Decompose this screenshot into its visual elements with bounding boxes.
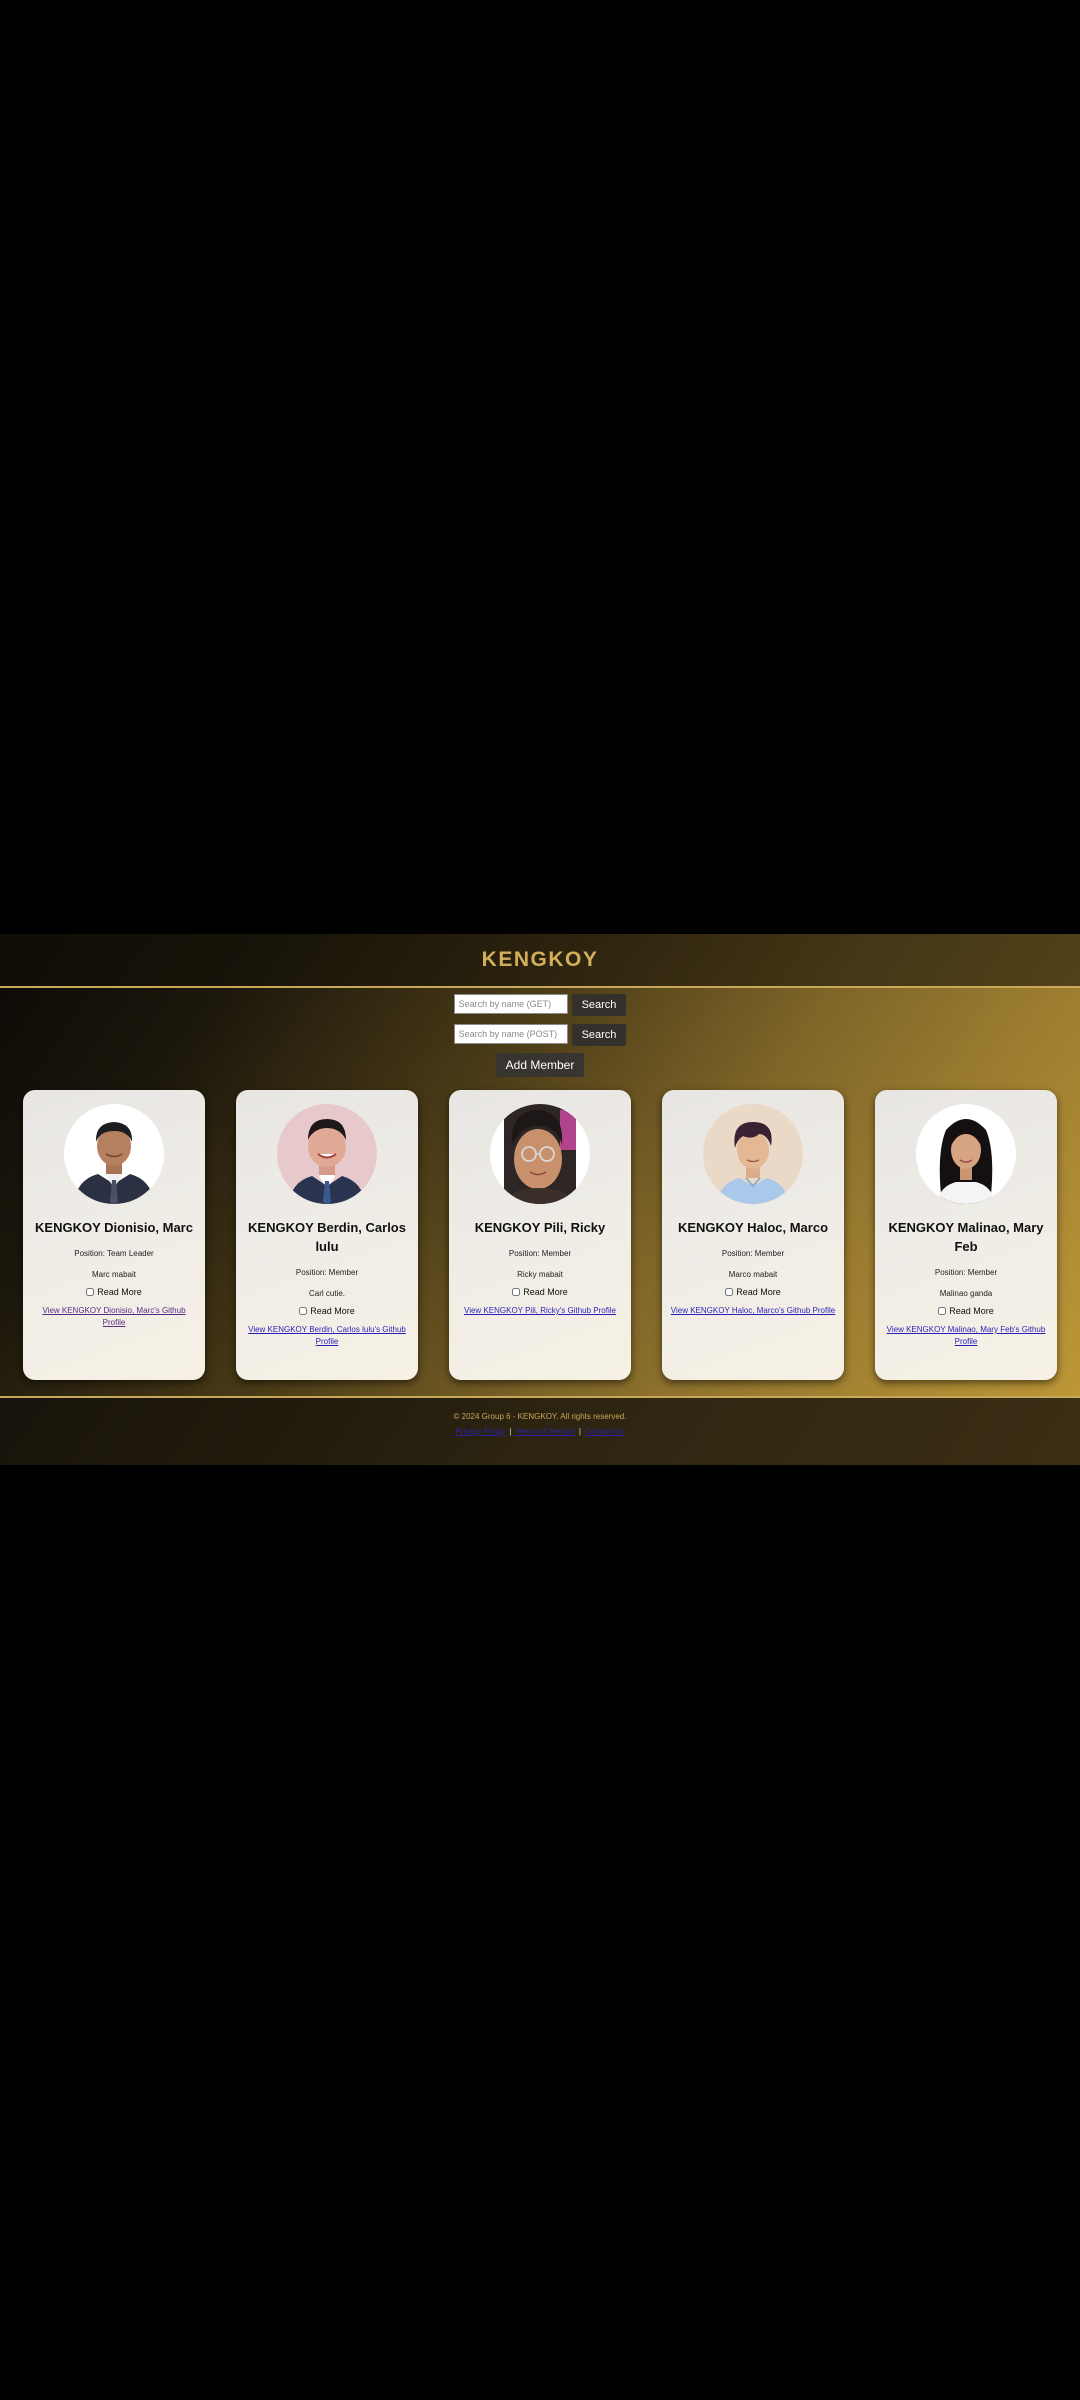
member-card: KENGKOY Berdin, Carlos lulu Position: Me… [236,1090,418,1380]
member-avatar [277,1104,377,1204]
read-more-checkbox[interactable] [725,1288,734,1296]
read-more-toggle[interactable]: Read More [725,1287,781,1297]
read-more-toggle[interactable]: Read More [299,1306,355,1316]
read-more-label: Read More [310,1306,355,1316]
site-header: KENGKOY [0,934,1080,988]
member-bio: Ricky mabait [517,1270,563,1279]
member-avatar [703,1104,803,1204]
site-footer: © 2024 Group 6 - KENGKOY. All rights res… [0,1396,1080,1465]
copyright-text: © 2024 Group 6 - KENGKOY. All rights res… [453,1412,627,1421]
read-more-toggle[interactable]: Read More [938,1306,994,1316]
member-card: KENGKOY Dionisio, Marc Position: Team Le… [23,1090,205,1380]
read-more-checkbox[interactable] [512,1288,521,1296]
member-bio: Carl cutie. [308,1289,345,1298]
member-avatar [64,1104,164,1204]
member-name: KENGKOY Dionisio, Marc [35,1220,193,1235]
read-more-label: Read More [736,1287,781,1297]
footer-links: Privacy Policy | Terms of Service | Contact … [0,1427,1080,1436]
member-position: Position: Team Leader [74,1249,154,1258]
read-more-checkbox[interactable] [938,1307,947,1315]
member-position: Position: Member [934,1268,998,1277]
github-profile-link[interactable]: View KENGKOY Malinao, Mary Feb's Github … [883,1324,1049,1348]
footer-separator: | [509,1427,512,1436]
github-profile-link[interactable]: View KENGKOY Haloc, Marco's Github Profi… [671,1305,835,1317]
member-card: KENGKOY Pili, Ricky Position: Member Ric… [449,1090,631,1380]
search-get-button[interactable]: Search [571,994,627,1016]
member-bio: Marco mabait [728,1270,778,1279]
member-position: Position: Member [508,1249,572,1258]
terms-of-service-link[interactable]: Terms of Service [515,1427,575,1436]
member-card: KENGKOY Malinao, Mary Feb Position: Memb… [875,1090,1057,1380]
read-more-label: Read More [523,1287,568,1297]
footer-separator: | [578,1427,581,1436]
member-bio: Marc mabait [91,1270,136,1279]
search-get-input[interactable] [453,994,568,1014]
contact-us-link[interactable]: Contact Us [585,1427,625,1436]
privacy-policy-link[interactable]: Privacy Policy [455,1427,505,1436]
app-root: KENGKOY Search Search Add Member [0,934,1080,1465]
member-name: KENGKOY Haloc, Marco [677,1220,829,1235]
search-post-input[interactable] [453,1024,568,1044]
add-member-button[interactable]: Add Member [495,1053,585,1077]
member-avatar [916,1104,1016,1204]
read-more-checkbox[interactable] [86,1288,95,1296]
read-more-checkbox[interactable] [299,1307,308,1315]
search-post-form: Search [0,1024,1080,1046]
read-more-label: Read More [949,1306,994,1316]
member-avatar [490,1104,590,1204]
read-more-toggle[interactable]: Read More [86,1287,142,1297]
github-profile-link[interactable]: View KENGKOY Dionisio, Marc's Github Pro… [31,1305,197,1329]
member-bio: Malinao ganda [939,1289,993,1298]
member-card: KENGKOY Haloc, Marco Position: Member Ma… [662,1090,844,1380]
search-post-button[interactable]: Search [571,1024,627,1046]
member-position: Position: Member [721,1249,785,1258]
member-name: KENGKOY Pili, Ricky [474,1220,606,1235]
site-title: KENGKOY [481,948,599,971]
search-get-form: Search [0,994,1080,1016]
member-position: Position: Member [295,1268,359,1277]
member-card-list: KENGKOY Dionisio, Marc Position: Team Le… [23,1090,1057,1380]
github-profile-link[interactable]: View KENGKOY Berdin, Carlos lulu's Githu… [244,1324,410,1348]
member-name: KENGKOY Malinao, Mary Feb [888,1220,1044,1254]
read-more-toggle[interactable]: Read More [512,1287,568,1297]
add-member-row: Add Member [0,1053,1080,1077]
member-name: KENGKOY Berdin, Carlos lulu [248,1220,406,1254]
read-more-label: Read More [97,1287,142,1297]
github-profile-link[interactable]: View KENGKOY Pili, Ricky's Github Profil… [464,1305,616,1317]
